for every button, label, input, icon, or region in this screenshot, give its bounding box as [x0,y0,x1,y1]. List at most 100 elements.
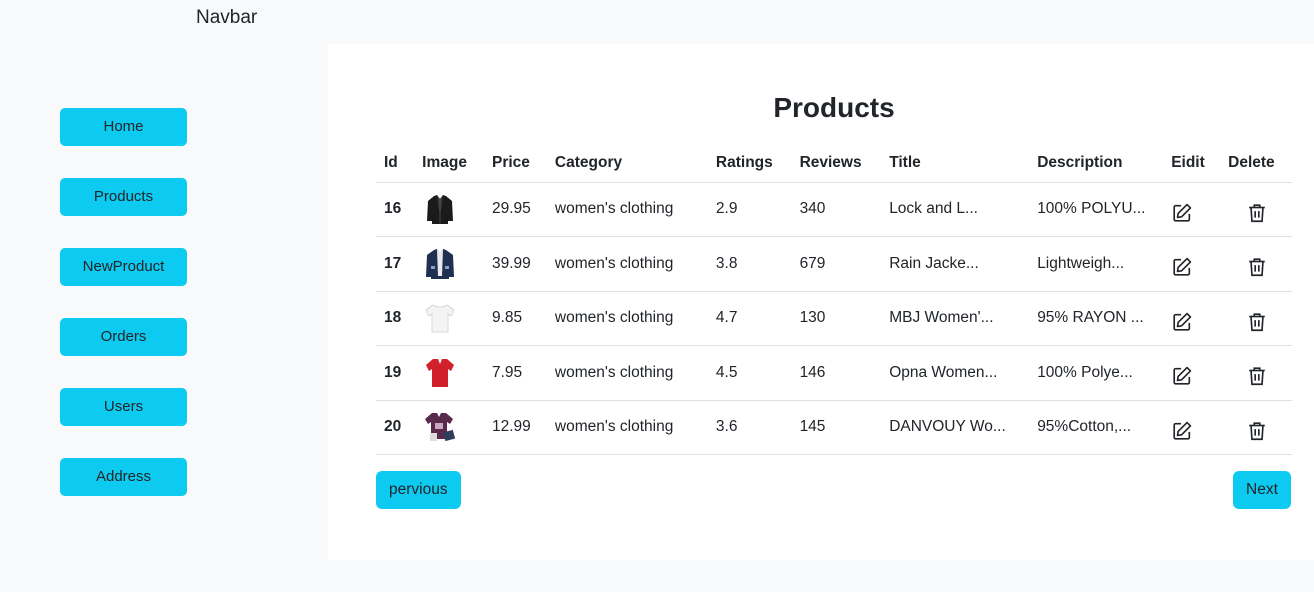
cell-price: 29.95 [484,182,547,237]
column-header-id: Id [376,144,415,183]
cell-category: women's clothing [546,236,708,292]
column-header-image: Image [414,144,484,183]
cell-title: Lock and L... [881,182,1030,237]
cell-reviews: 146 [791,345,882,401]
cell-category: women's clothing [546,345,708,401]
cell-id: 20 [376,400,415,455]
description-text: 100% POLYU... [1037,200,1146,218]
sidebar-item-home[interactable]: Home [60,108,187,146]
description-text: 100% Polye... [1037,363,1133,381]
title-text: DANVOUY Wo... [889,418,1006,436]
cell-title: MBJ Women'... [881,291,1030,346]
cell-reviews: 145 [791,400,882,455]
description-text: Lightweigh... [1037,254,1125,272]
page-title: Products [773,92,895,123]
cell-id: 16 [376,182,415,237]
pencil-square-icon[interactable] [1171,420,1195,444]
cell-edit [1163,182,1221,237]
column-header-description: Description [1029,144,1164,183]
cell-image [414,182,484,237]
cell-reviews: 130 [791,291,882,346]
next-page-button[interactable]: Next [1233,471,1291,509]
table-row: 19 7.95 women's clothing 4.5 146 Opna Wo… [376,345,1292,401]
cell-rating: 4.5 [707,345,792,401]
cell-id: 19 [376,345,415,401]
cell-description: 100% POLYU... [1029,182,1164,237]
cell-delete [1220,400,1292,455]
product-image [426,248,455,279]
product-image [425,304,455,333]
trash-icon[interactable] [1246,420,1270,444]
sidebar-item-orders[interactable]: Orders [60,318,187,356]
cell-description: Lightweigh... [1029,236,1164,292]
description-text: 95%Cotton,... [1037,418,1132,436]
cell-image [414,236,484,292]
product-image [426,358,455,387]
previous-page-button[interactable]: pervious [376,471,461,509]
cell-image [414,291,484,346]
cell-category: women's clothing [546,182,708,237]
cell-delete [1220,345,1292,401]
column-header-ratings: Ratings [707,144,792,183]
cell-delete [1220,291,1292,346]
column-header-title: Title [881,144,1030,183]
cell-price: 9.85 [484,291,547,346]
cell-price: 39.99 [484,236,547,292]
cell-edit [1163,400,1221,455]
trash-icon[interactable] [1246,311,1270,335]
column-header-edit: Eidit [1163,144,1221,183]
column-header-category: Category [546,144,708,183]
cell-description: 100% Polye... [1029,345,1164,401]
cell-reviews: 679 [791,236,882,292]
cell-edit [1163,291,1221,346]
cell-edit [1163,345,1221,401]
product-image [425,413,456,442]
main-panel: Products Id Image Price Category Ratings… [328,44,1314,560]
cell-image [414,400,484,455]
sidebar-item-newproduct[interactable]: NewProduct [60,248,187,286]
sidebar: Home Products NewProduct Orders Users Ad… [60,108,187,528]
table-header-row: Id Image Price Category Ratings Reviews … [376,144,1292,183]
pencil-square-icon[interactable] [1171,311,1195,335]
cell-description: 95% RAYON ... [1029,291,1164,346]
cell-title: Rain Jacke... [881,236,1030,292]
sidebar-item-products[interactable]: Products [60,178,187,216]
cell-delete [1220,182,1292,237]
trash-icon[interactable] [1246,256,1270,280]
cell-rating: 2.9 [707,182,792,237]
products-table: Id Image Price Category Ratings Reviews … [376,144,1292,455]
pencil-square-icon[interactable] [1171,202,1195,226]
cell-description: 95%Cotton,... [1029,400,1164,455]
product-image [427,195,454,225]
pencil-square-icon[interactable] [1171,365,1195,389]
cell-delete [1220,236,1292,292]
cell-rating: 3.6 [707,400,792,455]
title-text: MBJ Women'... [889,309,994,327]
table-row: 18 9.85 women's clothing 4.7 130 MBJ Wom… [376,291,1292,346]
title-text: Rain Jacke... [889,254,979,272]
sidebar-item-users[interactable]: Users [60,388,187,426]
title-text: Lock and L... [889,200,978,218]
cell-id: 18 [376,291,415,346]
title-text: Opna Women... [889,363,998,381]
description-text: 95% RAYON ... [1037,309,1144,327]
cell-reviews: 340 [791,182,882,237]
cell-category: women's clothing [546,291,708,346]
pencil-square-icon[interactable] [1171,256,1195,280]
sidebar-item-address[interactable]: Address [60,458,187,496]
table-row: 20 12.99 women's clothing 3.6 145 DANVOU… [376,400,1292,455]
cell-image [414,345,484,401]
cell-id: 17 [376,236,415,292]
trash-icon[interactable] [1246,365,1270,389]
column-header-reviews: Reviews [791,144,882,183]
column-header-price: Price [484,144,547,183]
navbar-brand[interactable]: Navbar [196,7,257,29]
cell-category: women's clothing [546,400,708,455]
trash-icon[interactable] [1246,202,1270,226]
column-header-delete: Delete [1220,144,1292,183]
cell-rating: 3.8 [707,236,792,292]
cell-rating: 4.7 [707,291,792,346]
table-row: 16 29.95 women's clothing 2.9 340 Lock a… [376,182,1292,237]
cell-edit [1163,236,1221,292]
cell-title: DANVOUY Wo... [881,400,1030,455]
